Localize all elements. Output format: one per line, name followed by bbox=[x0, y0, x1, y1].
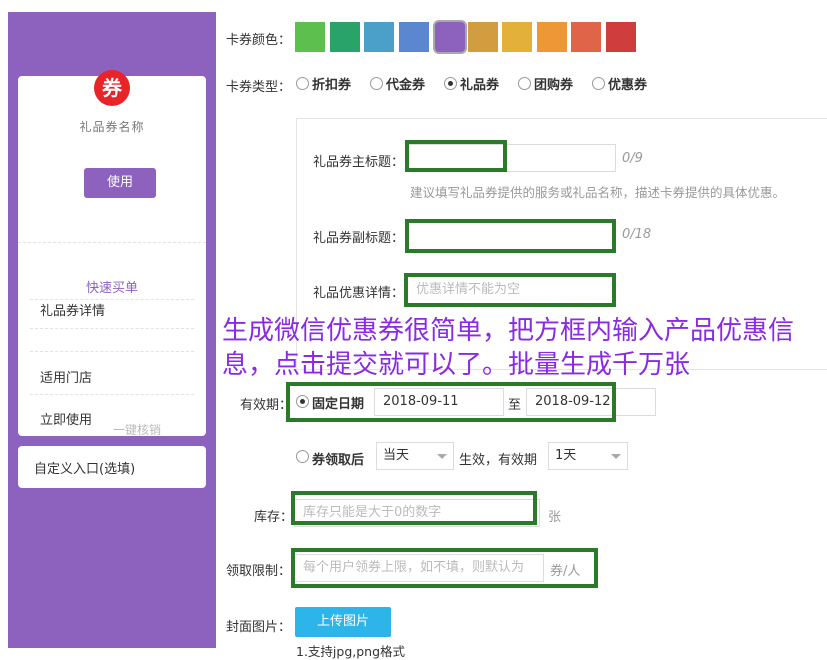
use-button[interactable]: 使用 bbox=[84, 168, 156, 198]
highlight-box bbox=[291, 548, 598, 588]
radio-groupon[interactable] bbox=[518, 77, 531, 90]
highlight-box bbox=[286, 382, 616, 422]
type-option-cash[interactable]: 代金券 bbox=[386, 74, 425, 93]
highlight-box bbox=[405, 219, 616, 253]
color-label: 卡券颜色： bbox=[226, 33, 292, 48]
divider bbox=[18, 242, 206, 243]
overlay-caption: 生成微信优惠券很简单，把方框内输入产品优惠信息，点击提交就可以了。批量生成千万张 bbox=[222, 316, 795, 380]
effective-text: 生效，有效期 bbox=[459, 453, 538, 468]
main-title-counter: 0/9 bbox=[622, 151, 643, 166]
quick-buy-link[interactable]: 快速买单 bbox=[18, 277, 206, 296]
chevron-down-icon bbox=[611, 454, 621, 459]
start-offset-select[interactable]: 当天 bbox=[376, 442, 454, 470]
color-swatch[interactable] bbox=[571, 22, 601, 52]
radio-general[interactable] bbox=[592, 77, 605, 90]
custom-entry-label: 自定义入口(选填) bbox=[34, 462, 136, 477]
type-option-general[interactable]: 优惠券 bbox=[608, 74, 647, 93]
color-swatch[interactable] bbox=[329, 22, 360, 52]
main-title-label: 礼品券主标题： bbox=[313, 155, 405, 170]
type-option-groupon[interactable]: 团购券 bbox=[534, 74, 573, 93]
type-label: 卡券类型： bbox=[226, 80, 292, 95]
color-swatch[interactable] bbox=[295, 22, 325, 52]
duration-value: 1天 bbox=[555, 448, 577, 463]
menu-item-use-now[interactable]: 立即使用 bbox=[40, 409, 92, 428]
divider bbox=[30, 351, 194, 352]
sub-title-label: 礼品券副标题： bbox=[313, 231, 405, 246]
radio-cash[interactable] bbox=[370, 77, 383, 90]
cover-label: 封面图片： bbox=[226, 620, 292, 635]
card-preview-panel: 券 礼品券名称 使用 快速买单 礼品券详情 适用门店 立即使用 一键核销 自定义… bbox=[8, 12, 216, 648]
divider bbox=[30, 394, 194, 395]
highlight-box bbox=[291, 491, 537, 525]
color-swatch[interactable] bbox=[467, 22, 498, 52]
color-swatch[interactable] bbox=[536, 22, 567, 52]
validity-label: 有效期： bbox=[240, 398, 293, 413]
color-swatch[interactable] bbox=[605, 22, 636, 52]
divider bbox=[30, 328, 194, 329]
start-offset-value: 当天 bbox=[383, 448, 410, 463]
color-swatch[interactable] bbox=[398, 22, 429, 52]
menu-item-stores[interactable]: 适用门店 bbox=[40, 367, 92, 386]
color-swatch-selected[interactable] bbox=[433, 20, 467, 54]
after-receive-option[interactable]: 券领取后 bbox=[312, 449, 364, 468]
type-option-discount[interactable]: 折扣券 bbox=[312, 74, 351, 93]
coupon-logo-icon: 券 bbox=[94, 70, 130, 106]
radio-gift[interactable] bbox=[444, 77, 457, 90]
upload-image-button[interactable]: 上传图片 bbox=[295, 607, 391, 637]
card-title: 礼品券名称 bbox=[79, 120, 145, 134]
highlight-box bbox=[405, 140, 507, 172]
custom-entry-card[interactable]: 自定义入口(选填) bbox=[18, 446, 206, 488]
detail-label: 礼品优惠详情： bbox=[313, 286, 405, 301]
upload-hint: 1.支持jpg,png格式 bbox=[296, 644, 406, 659]
stock-label: 库存： bbox=[254, 510, 294, 525]
one-key-verify-text: 一键核销 bbox=[113, 423, 162, 437]
stock-unit: 张 bbox=[548, 510, 562, 525]
radio-discount[interactable] bbox=[296, 77, 309, 90]
menu-item-gift-details[interactable]: 礼品券详情 bbox=[40, 300, 105, 319]
color-swatch[interactable] bbox=[502, 22, 532, 52]
limit-label: 领取限制： bbox=[226, 564, 292, 579]
type-option-gift[interactable]: 礼品券 bbox=[460, 74, 499, 93]
radio-after-receive[interactable] bbox=[296, 450, 309, 463]
color-swatch[interactable] bbox=[364, 22, 394, 52]
chevron-down-icon bbox=[437, 454, 447, 459]
highlight-box bbox=[404, 273, 616, 307]
duration-select[interactable]: 1天 bbox=[548, 442, 628, 470]
main-title-hint: 建议填写礼品券提供的服务或礼品名称，描述卡券提供的具体优惠。 bbox=[410, 185, 786, 200]
sub-title-counter: 0/18 bbox=[622, 227, 652, 242]
